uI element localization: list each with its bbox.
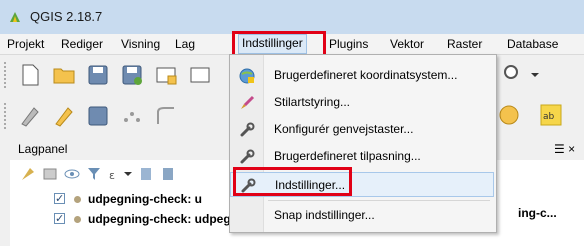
menu-item-label: Konfigurér genvejstaster... [274,122,414,136]
chevron-down-icon[interactable] [124,170,132,178]
toggle-editing-icon[interactable] [52,104,76,128]
svg-text:ab: ab [543,112,555,122]
toolbar-grip[interactable] [4,103,10,129]
composer-manager-icon[interactable] [188,63,212,87]
layer-name-tail: ing-c... [518,206,557,220]
node-tool-icon[interactable] [154,104,178,128]
eye-icon[interactable] [64,166,80,182]
menu-item-options[interactable]: Indstillinger... [230,172,494,197]
menu-item-snapping[interactable]: Snap indstillinger... [230,203,494,228]
menu-item-label: Brugerdefineret tilpasning... [274,149,421,163]
label-tool-icon[interactable]: ab [540,104,562,126]
add-feature-icon[interactable] [120,104,144,128]
panel-float-close[interactable]: ☰ × [554,142,575,156]
title-bar: QGIS 2.18.7 [0,0,584,34]
open-project-icon[interactable] [52,63,76,87]
new-project-icon[interactable] [18,63,42,87]
menu-item-label: Stilartstyring... [274,95,351,109]
save-icon[interactable] [86,63,110,87]
point-layer-icon [74,196,81,203]
circle-tool-icon[interactable] [498,104,520,126]
toolbar-grip[interactable] [4,62,10,88]
layer-name: udpegning-check: u [88,192,202,206]
menu-plugins[interactable]: Plugins [326,36,371,52]
menu-lag[interactable]: Lag [172,36,198,52]
layer-visibility-checkbox[interactable] [54,190,65,208]
style-icon[interactable] [20,166,36,182]
menu-vektor[interactable]: Vektor [387,36,427,52]
menu-item-custom-crs[interactable]: Brugerdefineret koordinatsystem... [230,63,494,88]
qgis-logo-icon [10,12,20,22]
indstillinger-menu: Brugerdefineret koordinatsystem... Stila… [229,54,497,233]
menu-database[interactable]: Database [504,36,561,52]
expand-all-icon[interactable] [138,166,154,182]
layer-panel-title: Lagpanel [18,142,68,156]
menu-separator [268,200,490,201]
toolbar-file [0,55,240,95]
menu-item-style-manager[interactable]: Stilartstyring... [230,90,494,115]
menu-raster[interactable]: Raster [444,36,485,52]
expression-filter-icon[interactable]: ε [108,166,124,182]
menu-visning[interactable]: Visning [118,36,163,52]
globe-icon [239,68,255,84]
menu-item-label: Brugerdefineret koordinatsystem... [274,68,458,82]
menu-bar: Projekt Rediger Visning Lag Indstillinge… [0,34,584,55]
save-edits-icon[interactable] [86,104,110,128]
toolbar-digitizing [0,96,240,136]
window-title: QGIS 2.18.7 [30,9,103,24]
wrench-icon [240,122,255,137]
save-as-icon[interactable] [120,63,144,87]
chevron-down-icon[interactable] [530,70,540,80]
menu-item-customization[interactable]: Brugerdefineret tilpasning... [230,144,494,169]
menu-projekt[interactable]: Projekt [4,36,47,52]
svg-text:ε: ε [109,169,115,182]
filter-icon[interactable] [86,166,102,182]
menu-indstillinger[interactable]: Indstillinger [238,34,307,54]
brush-icon [241,95,255,109]
wrench-icon [240,149,255,164]
layer-visibility-checkbox[interactable] [54,210,65,228]
point-layer-icon [74,216,81,223]
current-edits-icon[interactable] [18,104,42,128]
menu-item-label: Indstillinger... [275,178,346,192]
collapse-all-icon[interactable] [160,166,176,182]
wrench-icon [241,178,256,193]
menu-item-shortcuts[interactable]: Konfigurér genvejstaster... [230,117,494,142]
new-print-composer-icon[interactable] [154,63,178,87]
zoom-icon[interactable] [502,63,524,85]
menu-rediger[interactable]: Rediger [58,36,106,52]
menu-item-label: Snap indstillinger... [274,208,375,222]
add-group-icon[interactable] [42,166,58,182]
